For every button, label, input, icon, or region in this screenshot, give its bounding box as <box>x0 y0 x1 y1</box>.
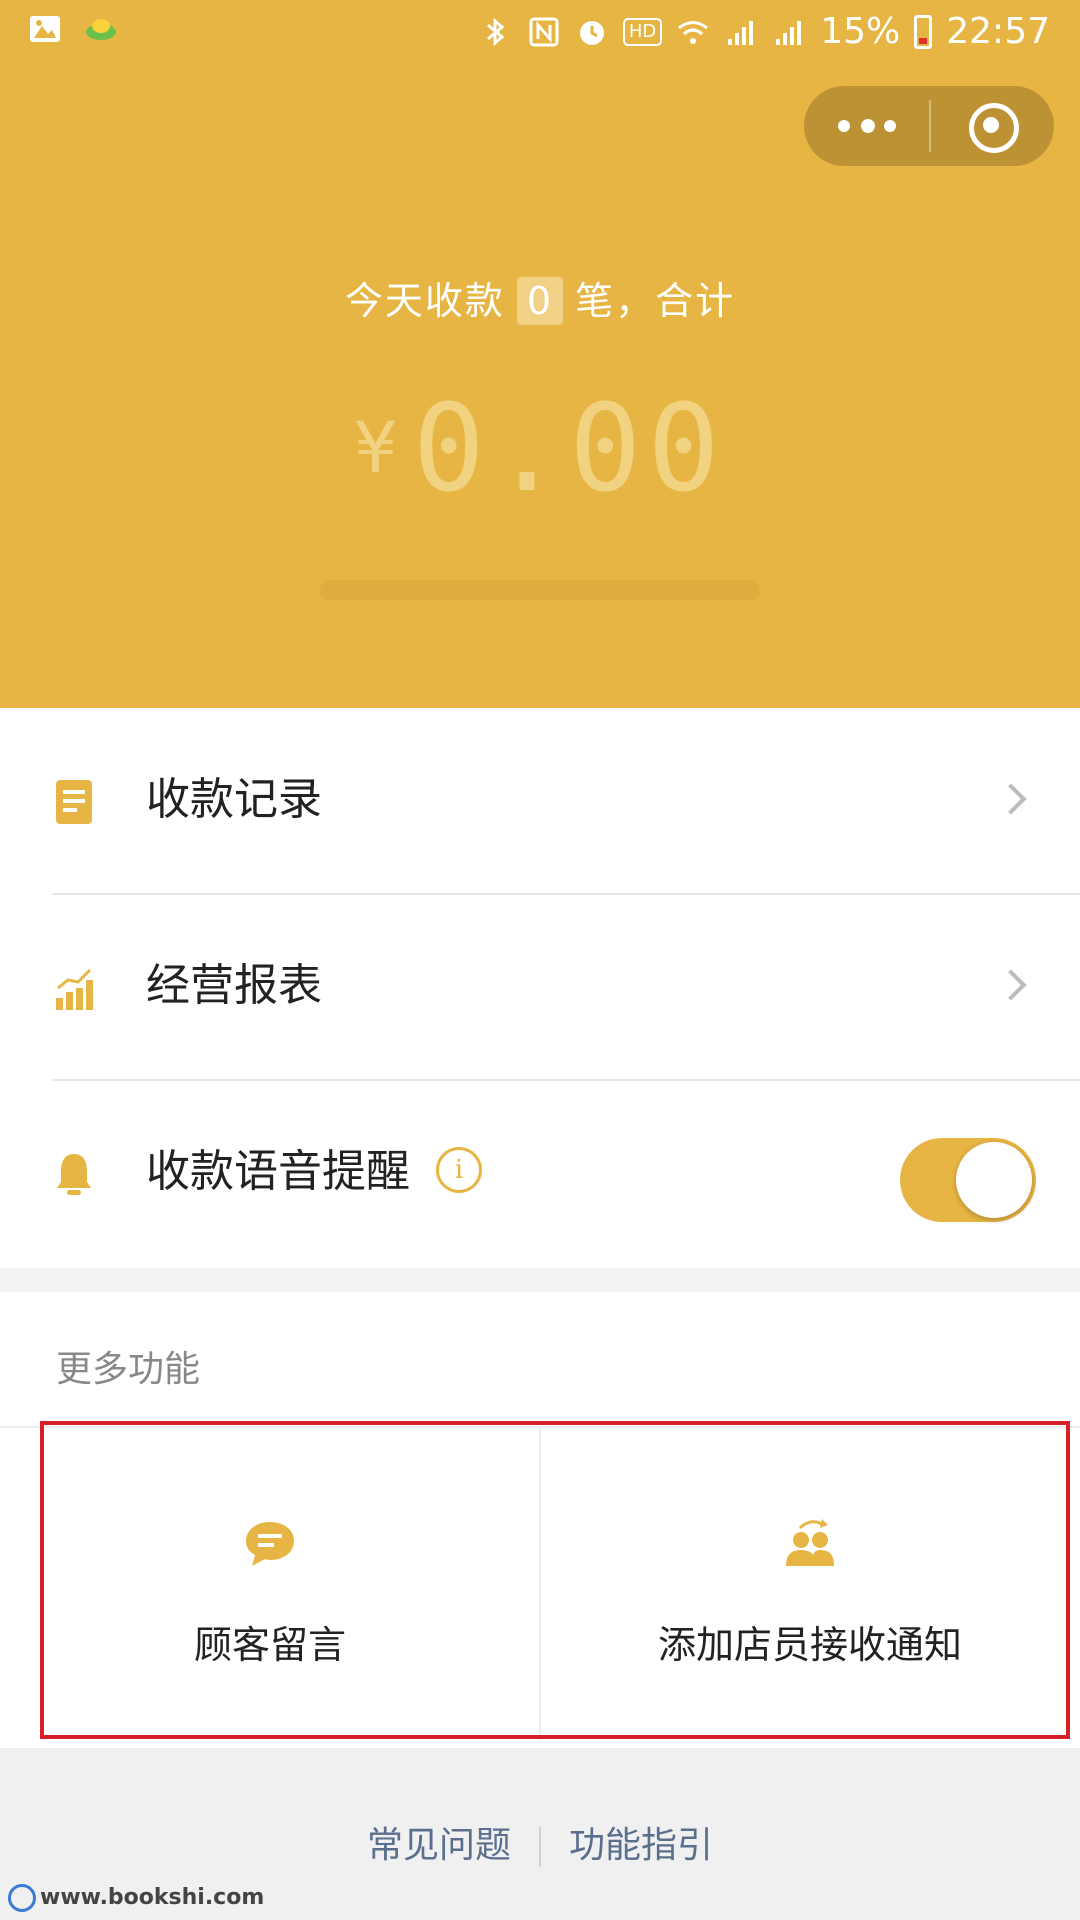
list-item-voice-reminder: 收款语音提醒 i <box>0 1080 1080 1264</box>
battery-icon <box>914 15 933 49</box>
today-amount: ¥0.00 <box>0 380 1080 519</box>
voice-reminder-toggle[interactable] <box>900 1138 1036 1222</box>
watermark: www.bookshi.com <box>8 1884 264 1912</box>
add-staff-icon <box>786 1519 834 1566</box>
bell-icon <box>57 1154 91 1195</box>
list-item-label: 收款记录 <box>146 774 322 825</box>
chevron-right-icon <box>995 969 1027 1001</box>
mini-program-capsule <box>804 86 1054 166</box>
signal-4g-icon <box>728 21 754 45</box>
app-notification-icon <box>86 19 116 40</box>
info-icon[interactable]: i <box>436 1147 482 1193</box>
wifi-icon <box>678 21 709 44</box>
gallery-icon <box>30 16 60 42</box>
feature-label: 顾客留言 <box>193 1623 346 1667</box>
feature-label: 添加店员接收通知 <box>657 1623 962 1667</box>
list-item-label: 经营报表 <box>146 960 322 1011</box>
faq-link[interactable]: 常见问题 <box>339 1816 539 1868</box>
currency-symbol: ¥ <box>354 407 403 489</box>
status-bar: HD 15% 22:57 <box>0 0 1080 64</box>
header: HD 15% 22:57 今天收款 0 笔，合计 ¥0.00 <box>0 0 1080 708</box>
dot-icon <box>861 119 875 133</box>
footer-links: 常见问题 功能指引 <box>0 1816 1080 1868</box>
today-summary: 今天收款 0 笔，合计 <box>0 270 1080 325</box>
more-features-title: 更多功能 <box>56 1349 201 1390</box>
hd-badge: HD <box>622 18 663 46</box>
target-dot-icon <box>983 117 999 133</box>
alarm-icon <box>579 21 604 45</box>
main-list: 收款记录 经营报表 收款语音提醒 i <box>0 708 1080 1268</box>
nfc-icon <box>529 17 559 47</box>
guide-link[interactable]: 功能指引 <box>541 1816 741 1868</box>
clock: 22:57 <box>946 11 1050 52</box>
today-count: 0 <box>516 277 564 325</box>
today-suffix: 笔，合计 <box>575 279 736 323</box>
amount-underline <box>320 580 760 600</box>
chat-bubble-icon <box>246 1522 294 1566</box>
amount-value: 0.00 <box>412 380 726 519</box>
chevron-right-icon <box>995 783 1027 815</box>
close-mini-program-button[interactable] <box>931 86 1054 166</box>
bar-chart-icon <box>56 968 93 1010</box>
watermark-text: www.bookshi.com <box>40 1885 265 1910</box>
dot-icon <box>838 120 850 132</box>
dot-icon <box>884 120 896 132</box>
document-icon <box>56 780 92 824</box>
more-features-section: 更多功能 顾客留言 添加店员接收通知 <box>0 1292 1080 1748</box>
today-prefix: 今天收款 <box>344 279 505 323</box>
feature-customer-messages[interactable]: 顾客留言 <box>0 1428 540 1740</box>
feature-add-staff-notification[interactable]: 添加店员接收通知 <box>540 1428 1080 1740</box>
list-item-label: 收款语音提醒 <box>146 1146 410 1197</box>
signal-e-icon <box>776 21 802 45</box>
toggle-knob <box>956 1142 1032 1218</box>
battery-percent: 15% <box>820 11 901 52</box>
list-item-payment-records[interactable]: 收款记录 <box>0 708 1080 892</box>
watermark-logo-icon <box>8 1884 36 1912</box>
more-menu-button[interactable] <box>804 86 929 166</box>
bluetooth-icon <box>486 17 505 47</box>
list-item-business-reports[interactable]: 经营报表 <box>0 894 1080 1078</box>
